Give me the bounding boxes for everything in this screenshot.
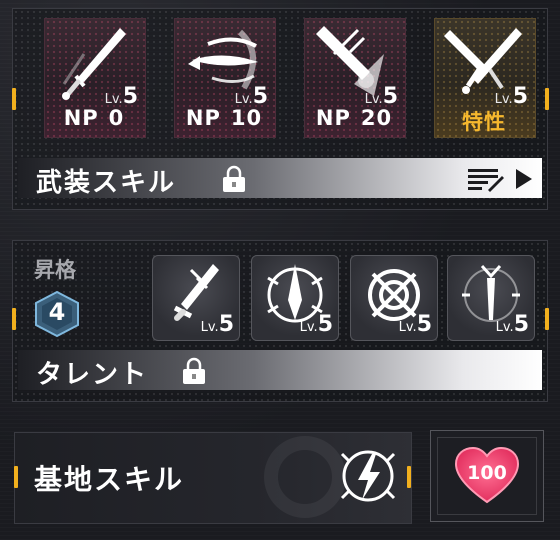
skill-card-np0[interactable]: Lv.5 NP 0 xyxy=(44,18,146,138)
talent-slot-4[interactable]: Lv.5 xyxy=(447,255,535,341)
skill-card-np20[interactable]: Lv.5 NP 20 xyxy=(304,18,406,138)
np-label: NP 20 xyxy=(315,106,393,130)
lightning-shield-icon[interactable] xyxy=(336,444,400,508)
lock-icon xyxy=(223,165,245,192)
skill-card-np10[interactable]: Lv.5 NP 10 xyxy=(174,18,276,138)
trait-label: 特性 xyxy=(462,110,506,134)
talent-level: Lv.5 xyxy=(200,312,234,337)
weapon-skill-title: 武装スキル xyxy=(36,168,177,198)
talent-slot-3[interactable]: Lv.5 xyxy=(350,255,438,341)
accent-marker-left xyxy=(14,466,18,488)
ascension-rank-value: 4 xyxy=(48,298,66,326)
affection-value: 100 xyxy=(467,462,507,484)
lock-icon xyxy=(183,357,205,384)
talent-header[interactable]: タレント xyxy=(18,350,542,390)
talent-level: Lv.5 xyxy=(495,312,529,337)
accent-marker-right xyxy=(407,466,411,488)
base-skill-title: 基地スキル xyxy=(34,463,185,496)
talent-title: タレント xyxy=(36,360,149,390)
play-arrow-icon[interactable] xyxy=(514,169,532,189)
list-edit-icon[interactable] xyxy=(468,168,504,192)
accent-marker-right xyxy=(545,308,549,330)
talent-slot-1[interactable]: Lv.5 xyxy=(152,255,240,341)
talent-level: Lv.5 xyxy=(398,312,432,337)
accent-marker-right xyxy=(545,88,549,110)
weapon-skill-header[interactable]: 武装スキル xyxy=(18,158,542,198)
ascension-label: 昇格 xyxy=(34,258,76,282)
accent-marker-left xyxy=(12,88,16,110)
talent-slot-2[interactable]: Lv.5 xyxy=(251,255,339,341)
accent-marker-left xyxy=(12,308,16,330)
skill-card-trait[interactable]: Lv.5 特性 xyxy=(434,18,536,138)
np-label: NP 10 xyxy=(185,106,263,130)
np-label: NP 0 xyxy=(63,106,125,130)
talent-level: Lv.5 xyxy=(299,312,333,337)
